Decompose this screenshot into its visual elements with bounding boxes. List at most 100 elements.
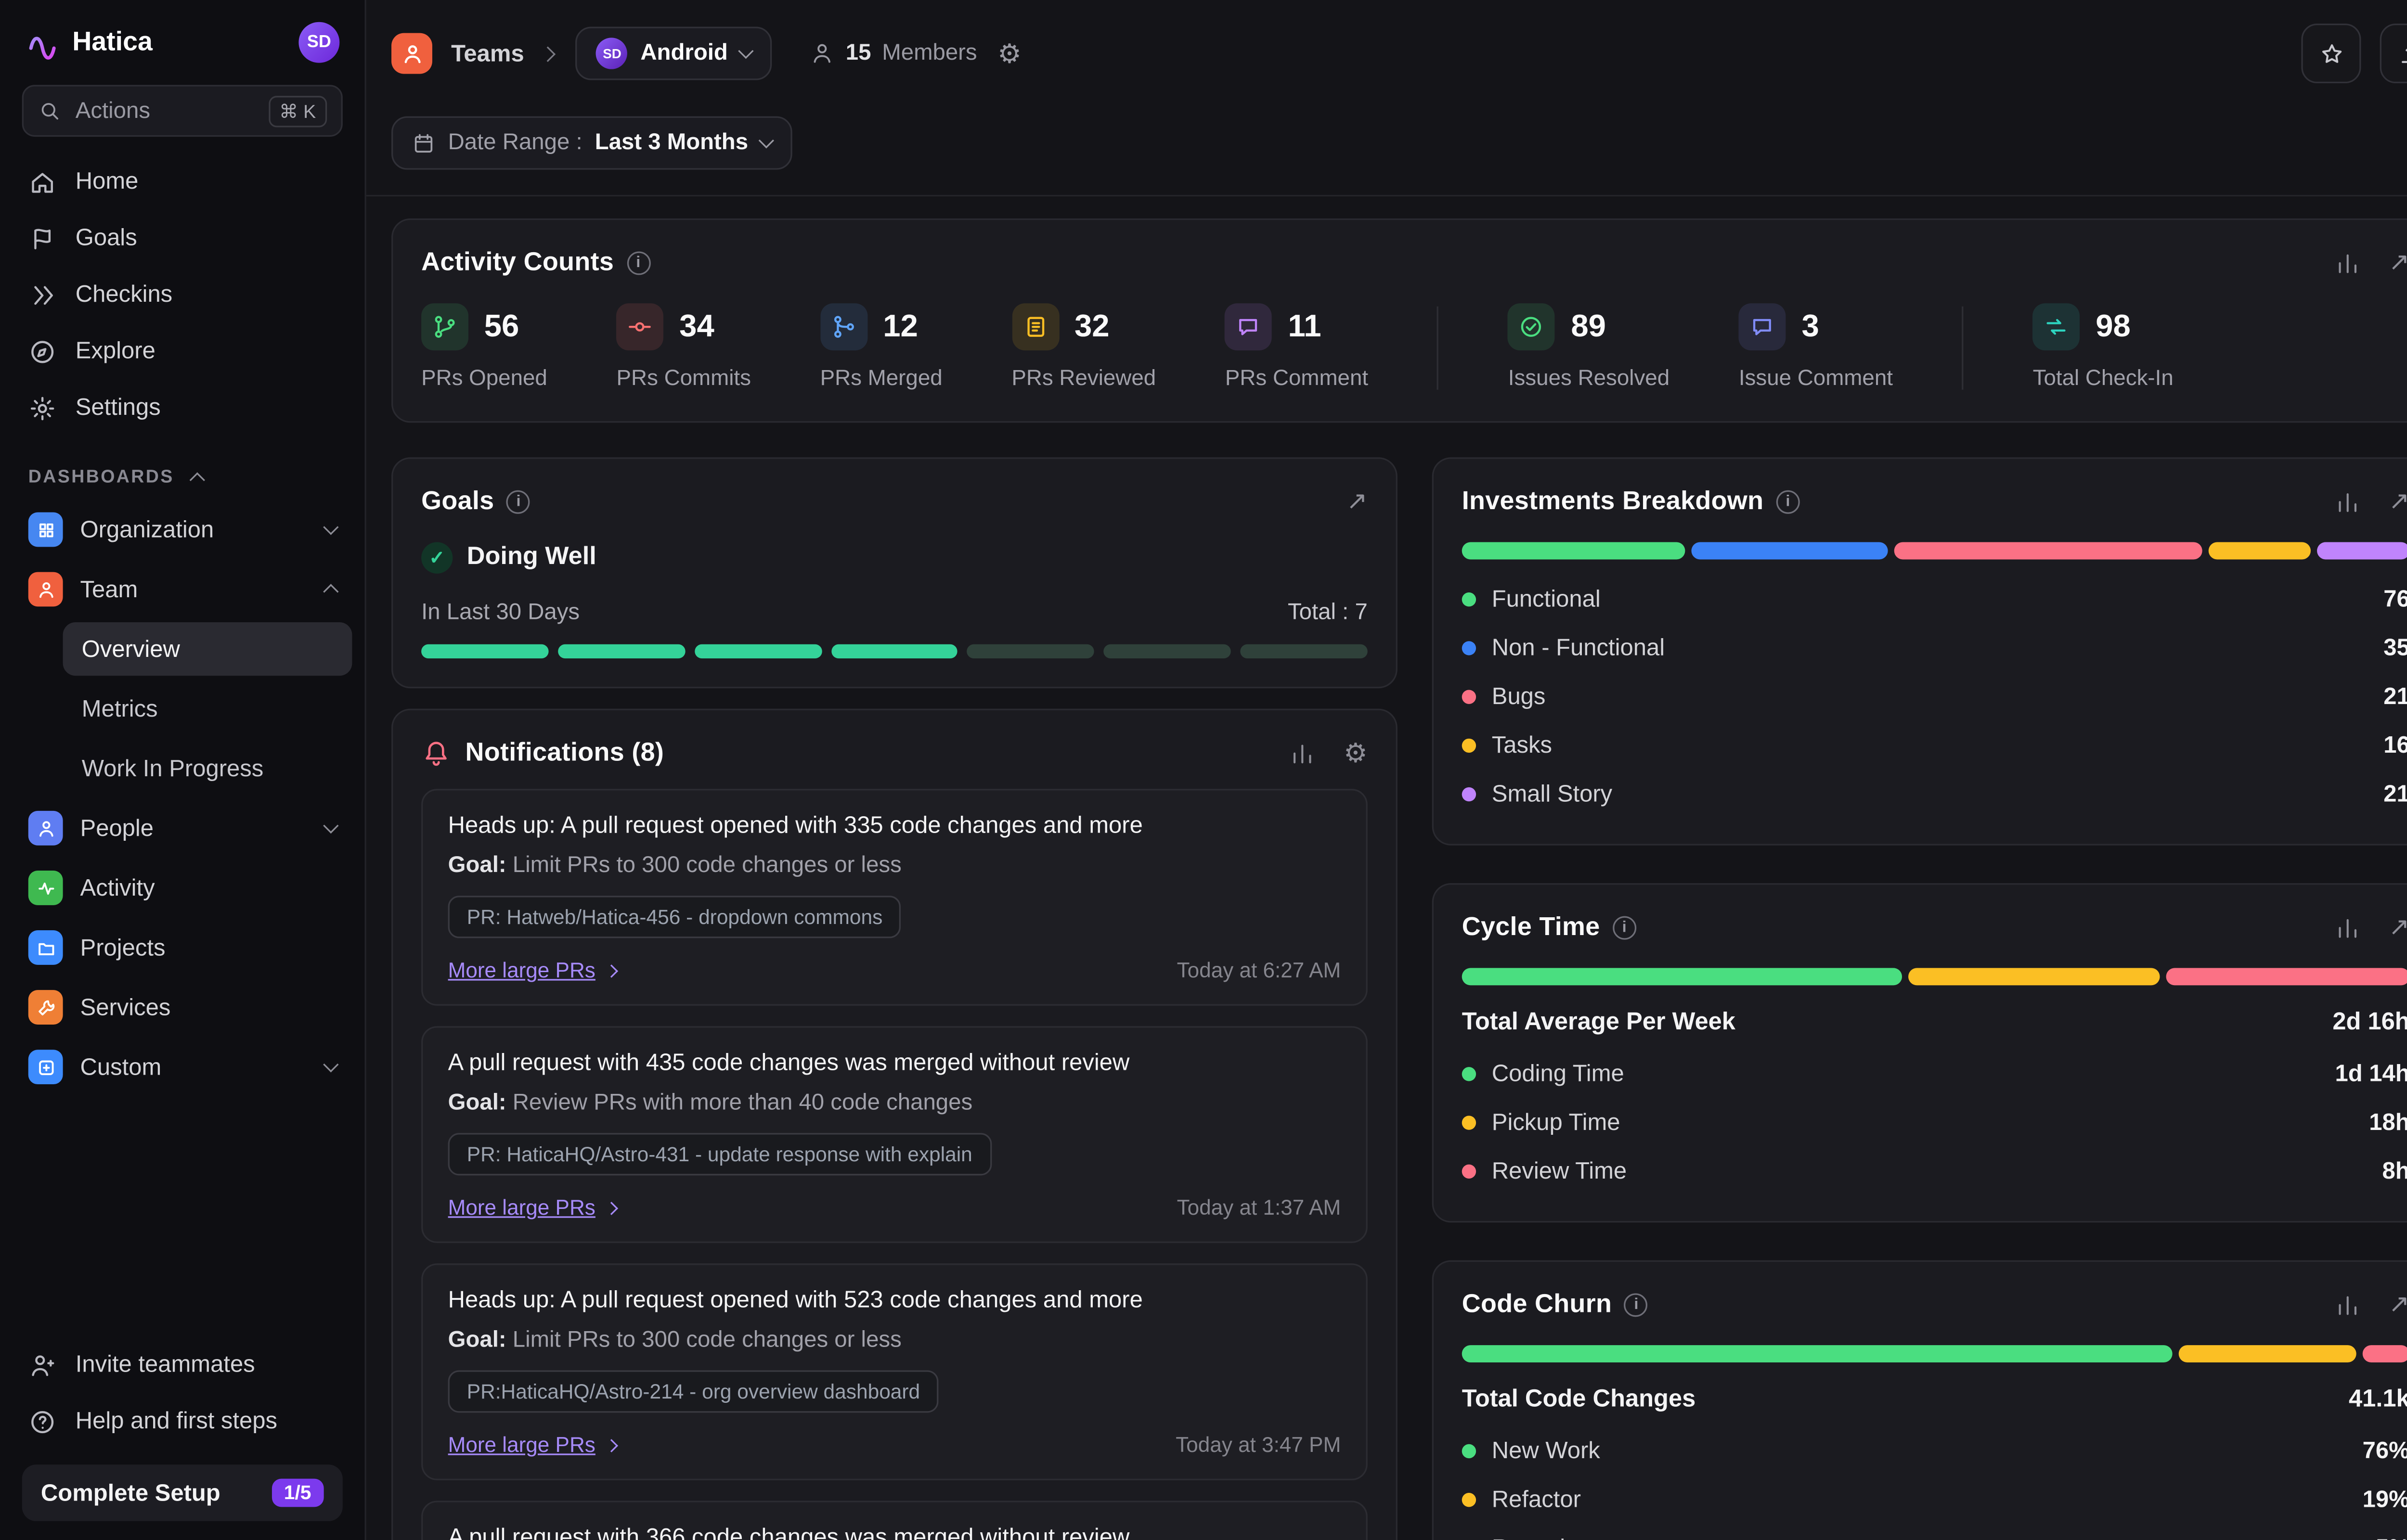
check-circle-icon: ✓ [421,542,453,574]
total-label: Total Average Per Week [1462,1009,1735,1037]
goals-status: ✓ Doing Well [393,517,1396,574]
notification-item[interactable]: Heads up: A pull request opened with 335… [421,789,1368,1006]
legend-dot [1462,641,1476,655]
legend-dot [1462,1116,1476,1129]
hatica-logo-icon [25,25,60,60]
sidebar-item-label: Team [80,576,138,603]
goal-text: Limit PRs to 300 code changes or less [513,853,902,878]
sidebar-item-label: Organization [80,516,214,543]
expand-icon[interactable]: ↗ [1346,489,1368,514]
invite-teammates-button[interactable]: Invite teammates [13,1337,352,1392]
notification-item[interactable]: Heads up: A pull request opened with 523… [421,1263,1368,1480]
legend-label: Non - Functional [1492,635,1665,662]
members-label: Members [882,41,977,66]
info-icon[interactable]: i [1624,1293,1648,1317]
compass-icon [28,337,57,365]
notification-item[interactable]: A pull request with 366 code changes was… [421,1501,1368,1540]
complete-setup-button[interactable]: Complete Setup 1/5 [22,1464,343,1521]
more-large-prs-link[interactable]: More large PRs [448,959,616,982]
nav-checkins[interactable]: Checkins [13,267,352,322]
sidebar-item-activity[interactable]: Activity [13,860,352,916]
more-large-prs-link[interactable]: More large PRs [448,1196,616,1219]
sidebar-item-custom[interactable]: Custom [13,1039,352,1095]
bar-segment [2208,542,2310,560]
bar-chart-icon[interactable] [2334,489,2361,516]
progress-segment [831,644,958,658]
favorite-button[interactable] [2301,24,2361,83]
user-avatar[interactable]: SD [298,22,339,63]
stat-label: PRs Merged [820,365,943,390]
bar-segment [1692,542,1888,560]
sidebar-item-people[interactable]: People [13,800,352,857]
file-icon [1011,303,1059,350]
left-column: Goals i ↗ ✓ Doing Well In Last 30 Days T… [391,457,1398,1540]
sidebar-item-work-in-progress[interactable]: Work In Progress [63,742,352,795]
notification-item[interactable]: A pull request with 435 code changes was… [421,1026,1368,1243]
goal-text: Review PRs with more than 40 code change… [513,1091,972,1116]
goal-text: Limit PRs to 300 code changes or less [513,1328,902,1353]
notification-time: Today at 3:47 PM [1176,1433,1341,1457]
stat-value: 56 [484,309,519,345]
sidebar-item-services[interactable]: Services [13,979,352,1036]
nav-label: Settings [76,395,161,422]
git-merge-icon [820,303,867,350]
sidebar-item-organization[interactable]: Organization [13,501,352,558]
legend-value: 76 [2383,586,2407,613]
progress-segment [558,644,685,658]
pr-tag[interactable]: PR: Hatweb/Hatica-456 - dropdown commons [448,896,902,938]
breadcrumb[interactable]: Teams [451,40,524,67]
nav-goals[interactable]: Goals [13,211,352,266]
share-button[interactable] [2380,24,2407,83]
nav-label: Home [76,168,139,195]
members-info[interactable]: 15 Members ⚙ [810,40,1022,67]
gear-icon [28,394,57,422]
info-icon[interactable]: i [1613,916,1636,940]
goals-card: Goals i ↗ ✓ Doing Well In Last 30 Days T… [391,457,1398,688]
people-icon [28,811,63,846]
total-label: Total Code Changes [1462,1386,1696,1414]
gear-icon[interactable]: ⚙ [1344,740,1368,767]
bar-chart-icon[interactable] [2334,914,2361,941]
sidebar-item-team[interactable]: Team [13,561,352,618]
team-selector[interactable]: SD Android [576,27,772,80]
expand-icon[interactable]: ↗ [2389,251,2407,276]
legend-dot [1462,1493,1476,1507]
more-large-prs-link[interactable]: More large PRs [448,1433,616,1457]
bar-chart-icon[interactable] [1289,740,1316,767]
legend-label: New Work [1492,1438,1600,1465]
team-name: Android [640,41,727,66]
sidebar-item-label: Custom [80,1053,162,1080]
expand-icon[interactable]: ↗ [2389,915,2407,940]
sidebar-item-metrics[interactable]: Metrics [63,682,352,735]
nav-home[interactable]: Home [13,154,352,209]
bar-chart-icon[interactable] [2334,250,2361,277]
sidebar-item-projects[interactable]: Projects [13,919,352,976]
bar-chart-icon[interactable] [2334,1292,2361,1319]
info-icon[interactable]: i [626,251,650,275]
dashboards-section-header[interactable]: DASHBOARDS [0,437,365,500]
legend-value: 18h [2369,1109,2407,1136]
help-label: Help and first steps [76,1408,277,1435]
nav-settings[interactable]: Settings [13,380,352,435]
upload-icon [2396,40,2407,67]
pr-tag[interactable]: PR:HaticaHQ/Astro-214 - org overview das… [448,1370,939,1412]
team-avatar: SD [596,38,628,69]
expand-icon[interactable]: ↗ [2389,1293,2407,1318]
sidebar-item-overview[interactable]: Overview [63,622,352,676]
info-icon[interactable]: i [507,490,531,514]
nav-explore[interactable]: Explore [13,324,352,379]
goal-label: Goal: [448,1091,506,1116]
stat-value: 34 [679,309,714,345]
team-settings-gear-icon[interactable]: ⚙ [997,40,1022,67]
expand-icon[interactable]: ↗ [2389,489,2407,514]
topbar: Teams SD Android 15 Members ⚙ [366,0,2407,107]
help-button[interactable]: Help and first steps [13,1394,352,1449]
plus-square-icon [28,1050,63,1084]
goal-label: Goal: [448,1328,506,1353]
actions-search[interactable]: Actions ⌘ K [22,85,343,137]
date-range-selector[interactable]: Date Range : Last 3 Months [391,116,792,170]
pr-tag[interactable]: PR: HaticaHQ/Astro-431 - update response… [448,1133,991,1175]
search-label: Actions [76,98,150,123]
info-icon[interactable]: i [1776,490,1799,514]
stat-total-check-in: 98 Total Check-In [2033,303,2174,390]
